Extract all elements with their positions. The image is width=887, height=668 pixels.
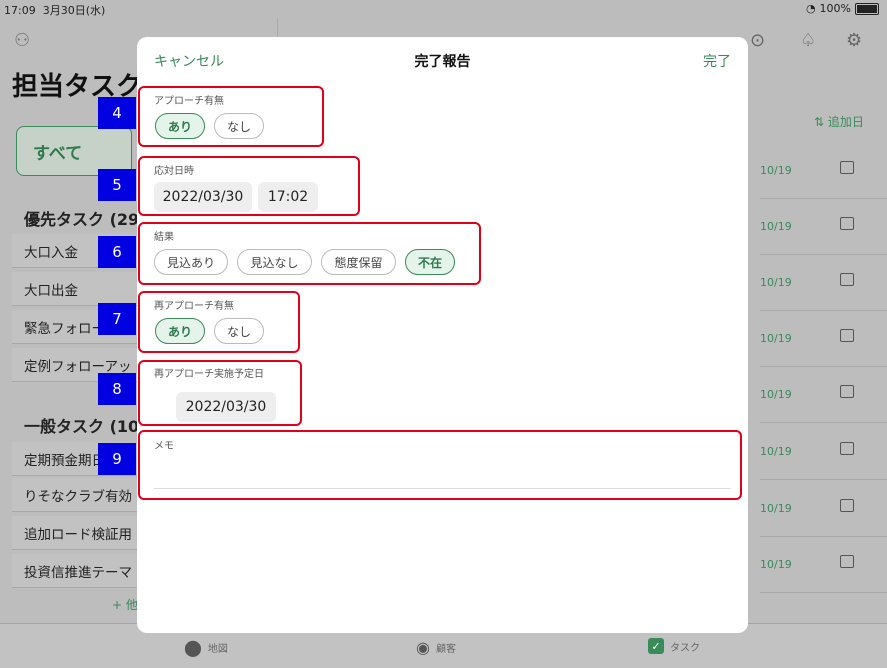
calendar-icon[interactable] [840, 161, 854, 174]
more-link[interactable]: + 他 [112, 596, 138, 613]
due-date-row: 10/19 [760, 366, 887, 423]
person-icon: ◉ [416, 638, 430, 657]
calendar-icon[interactable] [840, 273, 854, 286]
tab-label: タスク [670, 642, 700, 654]
status-time: 17:09 3月30日(水) [4, 4, 106, 17]
general-section-title: 一般タスク (10 [24, 417, 140, 436]
cancel-button[interactable]: キャンセル [154, 51, 224, 71]
annotation-marker: 8 [98, 373, 136, 405]
annotation-marker: 4 [98, 97, 136, 129]
bell-icon[interactable]: ♤ [800, 30, 816, 51]
status-right: ◔ 100% [806, 2, 879, 15]
due-date: 10/19 [760, 275, 792, 289]
annotation-marker: 9 [98, 443, 136, 475]
people-icon[interactable]: ⚇ [14, 30, 30, 51]
tab-map[interactable]: ⬤ 地図 [184, 638, 228, 657]
modal-title: 完了報告 [414, 54, 471, 70]
due-date-row: 10/19 [760, 423, 887, 480]
due-date: 10/19 [760, 331, 792, 345]
check-icon: ✓ [648, 638, 664, 654]
calendar-icon[interactable] [840, 385, 854, 398]
highlight-reapproach-date [138, 360, 302, 426]
highlight-reapproach [138, 291, 300, 353]
due-date-row: 10/19 [760, 480, 887, 537]
done-button[interactable]: 完了 [703, 51, 731, 71]
due-date: 10/19 [760, 163, 792, 177]
calendar-icon[interactable] [840, 442, 854, 455]
due-date: 10/19 [760, 219, 792, 233]
due-date-row: 10/19 [760, 142, 887, 199]
due-date-row: 10/19 [760, 198, 887, 255]
due-date-row: 10/19 [760, 536, 887, 593]
annotation-marker: 6 [98, 236, 136, 268]
due-date: 10/19 [760, 501, 792, 515]
due-date-row: 10/19 [760, 310, 887, 367]
due-date-row: 10/19 [760, 254, 887, 311]
due-date: 10/19 [760, 557, 792, 571]
annotation-marker: 5 [98, 169, 136, 201]
highlight-approach [138, 86, 324, 147]
battery-label: 100% [819, 2, 851, 15]
due-date: 10/19 [760, 387, 792, 401]
tab-customers[interactable]: ◉ 顧客 [416, 638, 456, 657]
calendar-icon[interactable] [840, 329, 854, 342]
tab-tasks[interactable]: ✓ タスク [648, 638, 700, 654]
battery-icon [855, 2, 879, 15]
more-icon[interactable]: ⊙ [750, 30, 765, 51]
calendar-icon[interactable] [840, 217, 854, 230]
map-pin-icon: ⬤ [184, 638, 202, 657]
tab-label: 地図 [207, 644, 228, 655]
highlight-memo [138, 430, 742, 500]
calendar-icon[interactable] [840, 499, 854, 512]
annotation-marker: 7 [98, 303, 136, 335]
status-bar: 17:09 3月30日(水) ◔ 100% [0, 0, 887, 18]
sort-button[interactable]: ⇅ 追加日 [814, 113, 864, 130]
calendar-icon[interactable] [840, 555, 854, 568]
wifi-icon: ◔ [805, 2, 816, 15]
tab-label: 顧客 [435, 644, 456, 655]
gear-icon[interactable]: ⚙ [846, 30, 862, 51]
priority-section-title: 優先タスク (29 [24, 210, 140, 229]
highlight-response-datetime [138, 156, 360, 216]
due-date: 10/19 [760, 444, 792, 458]
highlight-result [138, 222, 481, 285]
